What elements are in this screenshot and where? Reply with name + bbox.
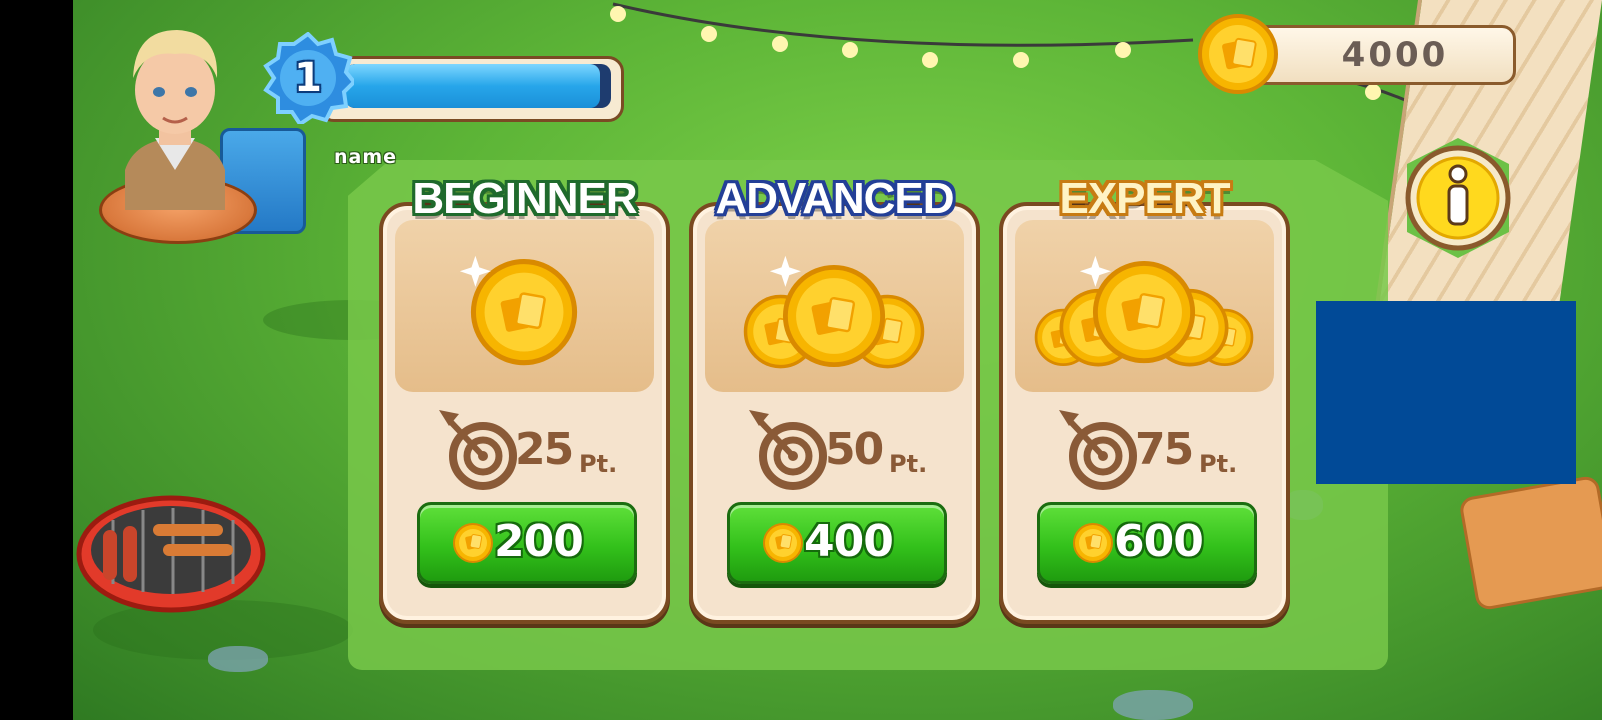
price-label: 600 bbox=[1114, 515, 1204, 567]
avatar[interactable] bbox=[115, 20, 235, 210]
buy-button-advanced[interactable]: 400 bbox=[727, 502, 947, 584]
coin-icon bbox=[782, 264, 886, 368]
points-row: 25 Pt. bbox=[383, 402, 666, 492]
stepping-stone bbox=[1113, 690, 1193, 720]
coin-stack-icon bbox=[1034, 255, 1254, 367]
xp-bar bbox=[345, 64, 611, 108]
buy-button-beginner[interactable]: 200 bbox=[417, 502, 637, 584]
coin-stack-icon bbox=[743, 255, 925, 369]
info-icon bbox=[1447, 164, 1469, 226]
ad-banner[interactable] bbox=[1316, 301, 1576, 484]
points-unit: Pt. bbox=[1199, 450, 1238, 478]
points-unit: Pt. bbox=[579, 450, 618, 478]
xp-bar-fill bbox=[345, 64, 601, 108]
tier-title: EXPERT bbox=[1059, 174, 1230, 223]
planter-box bbox=[1458, 474, 1602, 612]
stepping-stone bbox=[208, 646, 268, 672]
target-icon bbox=[749, 410, 827, 490]
tier-title: ADVANCED bbox=[715, 174, 954, 223]
target-icon bbox=[1059, 410, 1137, 490]
points-value: 75 bbox=[1135, 424, 1194, 475]
points-value: 50 bbox=[825, 424, 884, 475]
points-unit: Pt. bbox=[889, 450, 928, 478]
coin-stack-icon bbox=[459, 255, 578, 366]
coin-icon bbox=[763, 523, 803, 563]
grill-icon bbox=[76, 495, 266, 613]
points-row: 50 Pt. bbox=[693, 402, 976, 492]
points-value: 25 bbox=[515, 424, 574, 475]
coin-icon bbox=[1073, 523, 1113, 563]
left-letterbox bbox=[0, 0, 73, 720]
level-badge: 1 bbox=[262, 31, 357, 127]
coin-balance: 4000 bbox=[1341, 35, 1449, 75]
points-row: 75 Pt. bbox=[1003, 402, 1286, 492]
tier-card-expert[interactable]: EXPERT 75 Pt. 600 bbox=[999, 174, 1290, 624]
info-button[interactable] bbox=[1397, 134, 1519, 262]
level-number: 1 bbox=[294, 55, 322, 101]
tier-card-beginner[interactable]: BEGINNER 25 Pt. 200 bbox=[379, 174, 670, 624]
target-icon bbox=[439, 410, 517, 490]
buy-button-expert[interactable]: 600 bbox=[1037, 502, 1257, 584]
coin-icon bbox=[470, 259, 578, 366]
price-label: 200 bbox=[494, 515, 584, 567]
coin-icon bbox=[453, 523, 493, 563]
player-name: name bbox=[334, 146, 398, 168]
price-label: 400 bbox=[804, 515, 894, 567]
tier-card-advanced[interactable]: ADVANCED 50 Pt. 400 bbox=[689, 174, 980, 624]
game-screen: 1 name 4000 BEGINNER 25 Pt. 200 ADVANCED… bbox=[0, 0, 1602, 720]
tier-title: BEGINNER bbox=[412, 174, 637, 223]
coin-icon bbox=[1198, 14, 1278, 94]
coin-icon bbox=[1092, 261, 1196, 364]
